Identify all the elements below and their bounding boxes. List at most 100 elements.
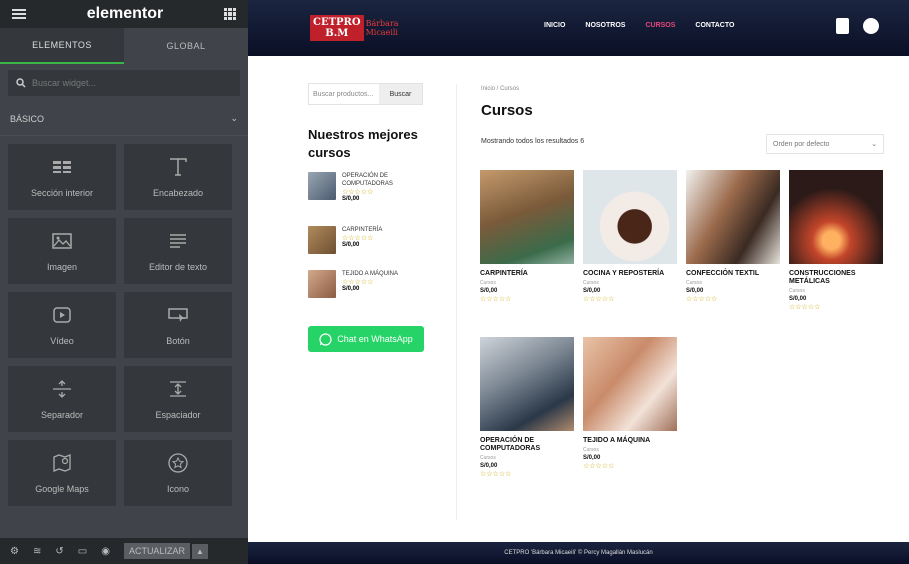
elementor-logo: elementor <box>86 5 164 22</box>
star-icon <box>168 453 188 473</box>
preview-icon[interactable]: ◉ <box>101 546 110 557</box>
site-footer: CETPRO 'Bárbara Micaeili' © Percy Magall… <box>248 542 909 564</box>
widget-button[interactable]: Botón <box>124 292 232 358</box>
widget-icon[interactable]: Icono <box>124 440 232 506</box>
product-card[interactable]: CONSTRUCCIONES METÁLICAS Cursos S/0,00 ☆… <box>789 170 883 311</box>
widget-label: Icono <box>166 484 190 494</box>
widget-spacer[interactable]: Espaciador <box>124 366 232 432</box>
whatsapp-chat-button[interactable]: Chat en WhatsApp <box>308 326 424 352</box>
widget-label: Botón <box>166 336 190 346</box>
best-product-item[interactable]: TEJIDO A MÁQUINA ☆☆☆☆☆ S/0,00 <box>308 270 398 298</box>
widget-heading[interactable]: Encabezado <box>124 144 232 210</box>
widget-label: Imagen <box>46 262 78 272</box>
nav-cursos[interactable]: CURSOS <box>645 22 675 29</box>
result-count: Mostrando todos los resultados 6 <box>481 138 585 145</box>
product-image <box>583 170 677 264</box>
widget-label: Sección interior <box>30 188 94 198</box>
best-product-item[interactable]: CARPINTERÍA ☆☆☆☆☆ S/0,00 <box>308 226 382 254</box>
nav-nosotros[interactable]: NOSOTROS <box>585 22 625 29</box>
sort-select[interactable]: Orden por defecto ⌄ <box>766 134 884 154</box>
nav-contacto[interactable]: CONTACTO <box>695 22 734 29</box>
history-icon[interactable]: ↺ <box>55 546 63 557</box>
category-basic-header[interactable]: BÁSICO ⌄ <box>0 102 248 136</box>
header-icons <box>836 18 879 34</box>
update-button[interactable]: ACTUALIZAR <box>123 543 190 559</box>
product-category: Cursos <box>789 288 805 294</box>
site-logo[interactable]: CETPRO B.M Bárbara Micaeili <box>310 7 400 49</box>
widget-image[interactable]: Imagen <box>8 218 116 284</box>
responsive-icon[interactable]: ▭ <box>78 546 87 557</box>
widget-divider[interactable]: Separador <box>8 366 116 432</box>
product-card[interactable]: COCINA Y REPOSTERÍA Cursos S/0,00 ☆☆☆☆☆ <box>583 170 677 303</box>
layers-icon[interactable]: ≋ <box>33 546 41 557</box>
map-icon <box>53 454 71 472</box>
menu-icon[interactable] <box>12 9 26 19</box>
site-preview: CETPRO B.M Bárbara Micaeili INICIO NOSOTR… <box>248 0 909 564</box>
product-name: CARPINTERÍA <box>342 227 383 233</box>
product-name: CARPINTERÍA <box>480 270 528 277</box>
product-name: CONFECCIÓN TEXTIL <box>686 270 760 277</box>
chevron-down-icon: ⌄ <box>230 113 238 123</box>
product-search-input[interactable]: Buscar productos... <box>309 91 379 98</box>
widget-label: Encabezado <box>152 188 204 198</box>
star-rating: ☆☆☆☆☆ <box>583 296 615 303</box>
widget-search-placeholder: Buscar widget... <box>32 78 97 88</box>
divider-icon <box>53 380 71 398</box>
image-icon <box>52 233 72 249</box>
product-price: S/0,00 <box>480 463 498 469</box>
widget-text-editor[interactable]: Editor de texto <box>124 218 232 284</box>
star-rating: ☆☆☆☆☆ <box>342 279 374 286</box>
star-rating: ☆☆☆☆☆ <box>583 463 615 470</box>
logo-name: Bárbara Micaeili <box>365 19 399 37</box>
product-price: S/0,00 <box>583 288 601 294</box>
product-name: COCINA Y REPOSTERÍA <box>583 270 665 277</box>
tab-global[interactable]: GLOBAL <box>124 28 248 64</box>
widget-video[interactable]: Vídeo <box>8 292 116 358</box>
star-rating: ☆☆☆☆☆ <box>342 235 374 242</box>
columns-icon <box>53 161 71 173</box>
widget-inner-section[interactable]: Sección interior <box>8 144 116 210</box>
product-category: Cursos <box>583 280 599 286</box>
editor-topbar: elementor <box>0 0 248 28</box>
main-nav: INICIO NOSOTROS CURSOS CONTACTO <box>544 22 734 29</box>
apps-grid-icon[interactable] <box>224 8 236 20</box>
widget-label: Vídeo <box>50 336 74 346</box>
product-category: Cursos <box>583 447 599 453</box>
widget-search-input[interactable]: Buscar widget... <box>8 70 240 96</box>
product-name: TEJIDO A MÁQUINA <box>342 271 399 277</box>
product-price: S/0,00 <box>686 288 704 294</box>
product-price: S/0,00 <box>342 242 360 248</box>
product-search-button[interactable]: Buscar <box>379 84 422 104</box>
heading-icon <box>170 158 187 176</box>
best-product-item[interactable]: OPERACIÓN DE COMPUTADORAS ☆☆☆☆☆ S/0,00 <box>308 172 402 202</box>
footer-text: CETPRO 'Bárbara Micaeili' © Percy Magall… <box>504 550 653 556</box>
tab-elements[interactable]: ELEMENTOS <box>0 28 124 64</box>
chevron-down-icon: ⌄ <box>871 141 877 148</box>
product-card[interactable]: TEJIDO A MÁQUINA Cursos S/0,00 ☆☆☆☆☆ <box>583 337 677 470</box>
content-divider <box>456 84 457 520</box>
product-price: S/0,00 <box>789 296 807 302</box>
update-options-button[interactable]: ▲ <box>191 543 208 559</box>
product-card[interactable]: CARPINTERÍA Cursos S/0,00 ☆☆☆☆☆ <box>480 170 574 303</box>
product-price: S/0,00 <box>480 288 498 294</box>
product-category: Cursos <box>480 455 496 461</box>
product-name: OPERACIÓN DE COMPUTADORAS <box>480 437 541 452</box>
product-card[interactable]: OPERACIÓN DE COMPUTADORAS Cursos S/0,00 … <box>480 337 574 478</box>
product-thumbnail <box>308 270 336 298</box>
product-image <box>480 337 574 431</box>
widget-google-maps[interactable]: Google Maps <box>8 440 116 506</box>
product-card[interactable]: CONFECCIÓN TEXTIL Cursos S/0,00 ☆☆☆☆☆ <box>686 170 780 303</box>
settings-icon[interactable]: ⚙ <box>10 546 19 557</box>
product-image <box>686 170 780 264</box>
product-thumbnail <box>308 172 336 200</box>
user-avatar[interactable] <box>863 18 879 34</box>
product-image <box>480 170 574 264</box>
whatsapp-label: Chat en WhatsApp <box>337 334 413 344</box>
editor-footer: ⚙ ≋ ↺ ▭ ◉ ACTUALIZAR ▲ <box>0 538 248 564</box>
whatsapp-icon <box>319 332 332 346</box>
cart-icon[interactable] <box>836 18 849 34</box>
site-header: CETPRO B.M Bárbara Micaeili INICIO NOSOTR… <box>248 0 909 56</box>
sort-value: Orden por defecto <box>773 140 830 148</box>
nav-inicio[interactable]: INICIO <box>544 22 565 29</box>
product-image <box>583 337 677 431</box>
